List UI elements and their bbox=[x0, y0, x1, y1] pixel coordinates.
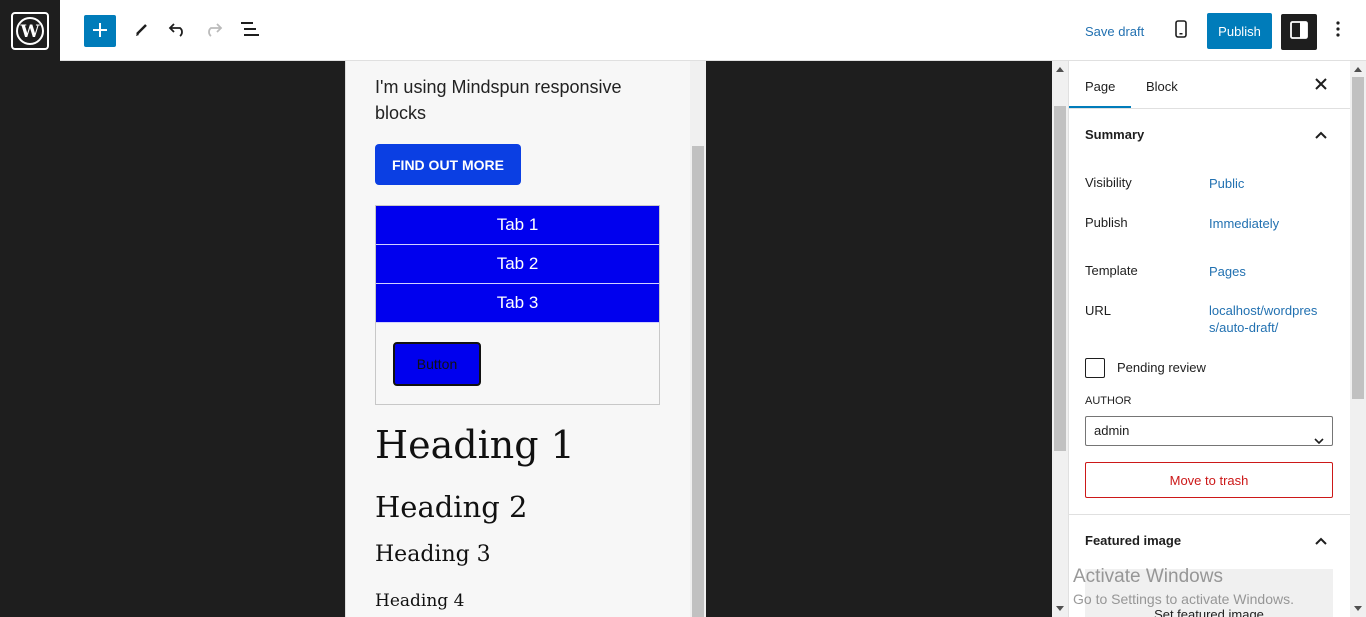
tab-2[interactable]: Tab 2 bbox=[376, 245, 659, 284]
save-draft-button[interactable]: Save draft bbox=[1085, 24, 1144, 39]
mobile-preview-icon bbox=[1175, 19, 1187, 43]
svg-text:W: W bbox=[19, 22, 40, 42]
pencil-icon bbox=[133, 20, 151, 43]
add-block-button[interactable] bbox=[84, 15, 116, 47]
settings-sidebar: Page Block Summary Visibility Public Pub… bbox=[1068, 61, 1350, 617]
tab-1[interactable]: Tab 1 bbox=[376, 206, 659, 245]
set-featured-image-label: Set featured image bbox=[1154, 607, 1264, 617]
template-label: Template bbox=[1085, 263, 1138, 278]
preview-device-button[interactable] bbox=[1169, 19, 1193, 43]
undo-button[interactable] bbox=[166, 19, 190, 43]
panel-divider bbox=[1069, 514, 1350, 515]
sidebar-scrollbar-thumb[interactable] bbox=[1352, 77, 1364, 399]
publish-button[interactable]: Publish bbox=[1207, 13, 1272, 49]
url-value[interactable]: localhost/wordpress/auto-draft/ bbox=[1209, 302, 1325, 336]
pending-review-checkbox[interactable] bbox=[1085, 358, 1105, 378]
featured-image-toggle[interactable] bbox=[1315, 533, 1327, 548]
editor-scrollbar[interactable] bbox=[1052, 61, 1068, 617]
tabs-block[interactable]: Tab 1 Tab 2 Tab 3 Button bbox=[375, 205, 660, 405]
author-select[interactable]: admin bbox=[1085, 416, 1333, 446]
close-sidebar-button[interactable] bbox=[1313, 77, 1329, 93]
publish-value[interactable]: Immediately bbox=[1209, 215, 1279, 232]
set-featured-image-button[interactable]: Set featured image bbox=[1085, 569, 1333, 617]
move-to-trash-button[interactable]: Move to trash bbox=[1085, 462, 1333, 498]
scroll-up-arrow-icon[interactable] bbox=[1354, 67, 1362, 72]
heading-4[interactable]: Heading 4 bbox=[375, 591, 464, 611]
chevron-down-icon bbox=[1314, 427, 1324, 455]
author-value: admin bbox=[1094, 423, 1130, 438]
sidebar-scrollbar[interactable] bbox=[1350, 61, 1366, 617]
url-label: URL bbox=[1085, 303, 1112, 318]
visibility-label: Visibility bbox=[1085, 175, 1132, 190]
heading-3[interactable]: Heading 3 bbox=[375, 542, 491, 567]
preview-scrollbar-thumb[interactable] bbox=[692, 146, 704, 617]
undo-icon bbox=[168, 21, 188, 42]
wordpress-logo-button[interactable]: W bbox=[0, 0, 60, 61]
options-button[interactable] bbox=[1328, 19, 1348, 43]
preview-scrollbar[interactable] bbox=[690, 61, 706, 617]
visibility-value[interactable]: Public bbox=[1209, 175, 1244, 192]
summary-toggle[interactable] bbox=[1315, 127, 1327, 142]
tabs-divider bbox=[1069, 108, 1350, 109]
heading-2[interactable]: Heading 2 bbox=[375, 490, 528, 524]
tools-button[interactable] bbox=[130, 19, 154, 43]
template-value[interactable]: Pages bbox=[1209, 263, 1246, 280]
tab-page[interactable]: Page bbox=[1085, 79, 1115, 94]
scroll-up-arrow-icon[interactable] bbox=[1056, 67, 1064, 72]
scroll-down-arrow-icon[interactable] bbox=[1354, 606, 1362, 611]
list-view-icon bbox=[240, 21, 260, 42]
plus-icon bbox=[92, 15, 108, 47]
find-out-more-button[interactable]: FIND OUT MORE bbox=[375, 144, 521, 185]
featured-image-panel-title[interactable]: Featured image bbox=[1085, 533, 1181, 548]
editor-header: W Save draft Publish bbox=[0, 0, 1366, 61]
tab-block[interactable]: Block bbox=[1146, 79, 1178, 94]
pending-review-label[interactable]: Pending review bbox=[1117, 360, 1206, 375]
chevron-up-icon bbox=[1315, 533, 1327, 548]
close-icon bbox=[1315, 77, 1327, 93]
scroll-down-arrow-icon[interactable] bbox=[1056, 606, 1064, 611]
tab-panel-button[interactable]: Button bbox=[393, 342, 481, 386]
settings-icon bbox=[1290, 20, 1308, 44]
heading-1[interactable]: Heading 1 bbox=[375, 423, 575, 467]
chevron-up-icon bbox=[1315, 127, 1327, 142]
intro-paragraph[interactable]: I'm using Mindspun responsive blocks bbox=[375, 74, 665, 126]
redo-button[interactable] bbox=[201, 19, 225, 43]
summary-panel-title[interactable]: Summary bbox=[1085, 127, 1144, 142]
author-label: AUTHOR bbox=[1085, 395, 1132, 407]
more-vertical-icon bbox=[1336, 20, 1340, 42]
publish-label: Publish bbox=[1085, 215, 1128, 230]
redo-icon bbox=[203, 21, 223, 42]
wordpress-logo-icon: W bbox=[11, 11, 49, 50]
list-view-button[interactable] bbox=[238, 19, 262, 43]
tab-3[interactable]: Tab 3 bbox=[376, 284, 659, 323]
settings-button[interactable] bbox=[1281, 14, 1317, 50]
editor-scrollbar-thumb[interactable] bbox=[1054, 106, 1066, 451]
